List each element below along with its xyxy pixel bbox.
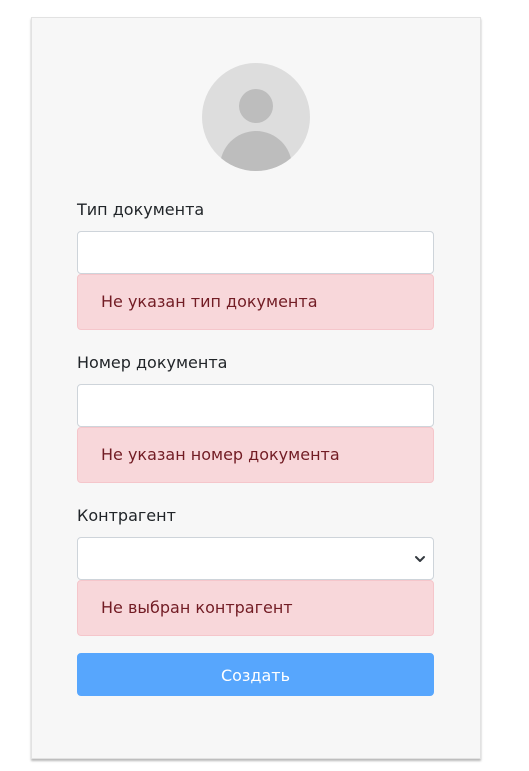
document-number-label: Номер документа	[77, 353, 228, 372]
form-card: Тип документа Не указан тип документа Но…	[31, 17, 481, 759]
counterparty-label: Контрагент	[77, 506, 176, 525]
document-type-input[interactable]	[77, 231, 434, 274]
counterparty-error: Не выбран контрагент	[77, 580, 434, 636]
document-type-error: Не указан тип документа	[77, 274, 434, 330]
avatar-head	[239, 89, 273, 123]
document-number-error: Не указан номер документа	[77, 427, 434, 483]
avatar-body	[220, 131, 292, 171]
create-button[interactable]: Создать	[77, 653, 434, 696]
counterparty-select[interactable]	[77, 537, 434, 580]
document-number-input[interactable]	[77, 384, 434, 427]
user-avatar-icon	[202, 63, 310, 171]
chevron-down-icon	[415, 556, 425, 562]
document-type-label: Тип документа	[77, 200, 205, 219]
